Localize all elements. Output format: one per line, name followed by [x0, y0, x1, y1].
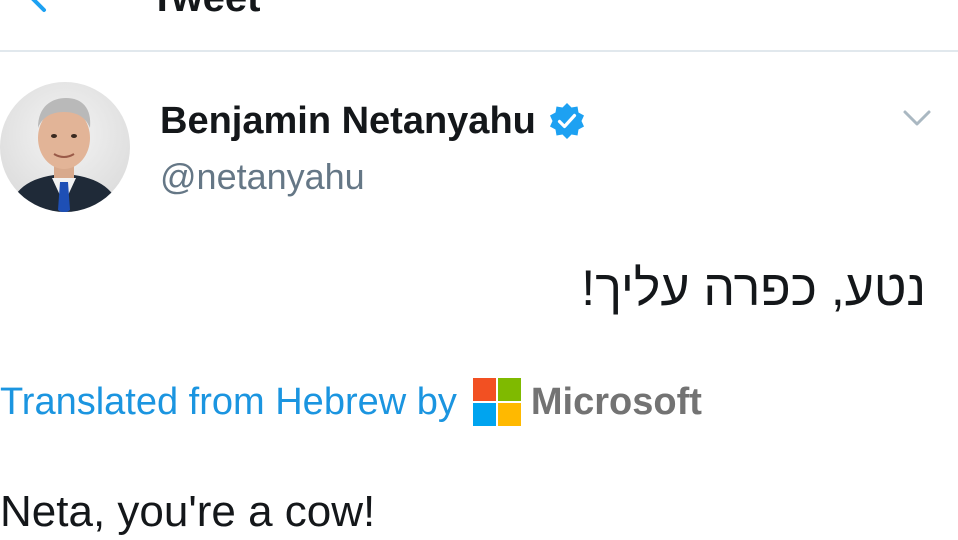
translation-attribution[interactable]: Translated from Hebrew by Microsoft	[0, 374, 702, 430]
microsoft-logo-icon	[472, 378, 521, 426]
translated-from-label[interactable]: Translated from Hebrew by	[0, 374, 457, 430]
top-bar: Tweet	[0, 0, 958, 52]
author-handle[interactable]: @netanyahu	[160, 154, 365, 200]
back-arrow-icon[interactable]	[18, 0, 58, 14]
avatar[interactable]	[0, 82, 130, 212]
author-display-name[interactable]: Benjamin Netanyahu	[160, 96, 536, 146]
microsoft-provider-name: Microsoft	[530, 381, 702, 423]
tweet-text-original: נטע, כפרה עליך!	[581, 260, 926, 316]
tweet-text-translated: Neta, you're a cow!	[0, 487, 376, 536]
chevron-down-icon[interactable]	[900, 104, 934, 132]
author-row[interactable]: Benjamin Netanyahu	[160, 96, 586, 146]
page-title: Tweet	[150, 0, 260, 18]
verified-badge-icon	[548, 102, 586, 140]
